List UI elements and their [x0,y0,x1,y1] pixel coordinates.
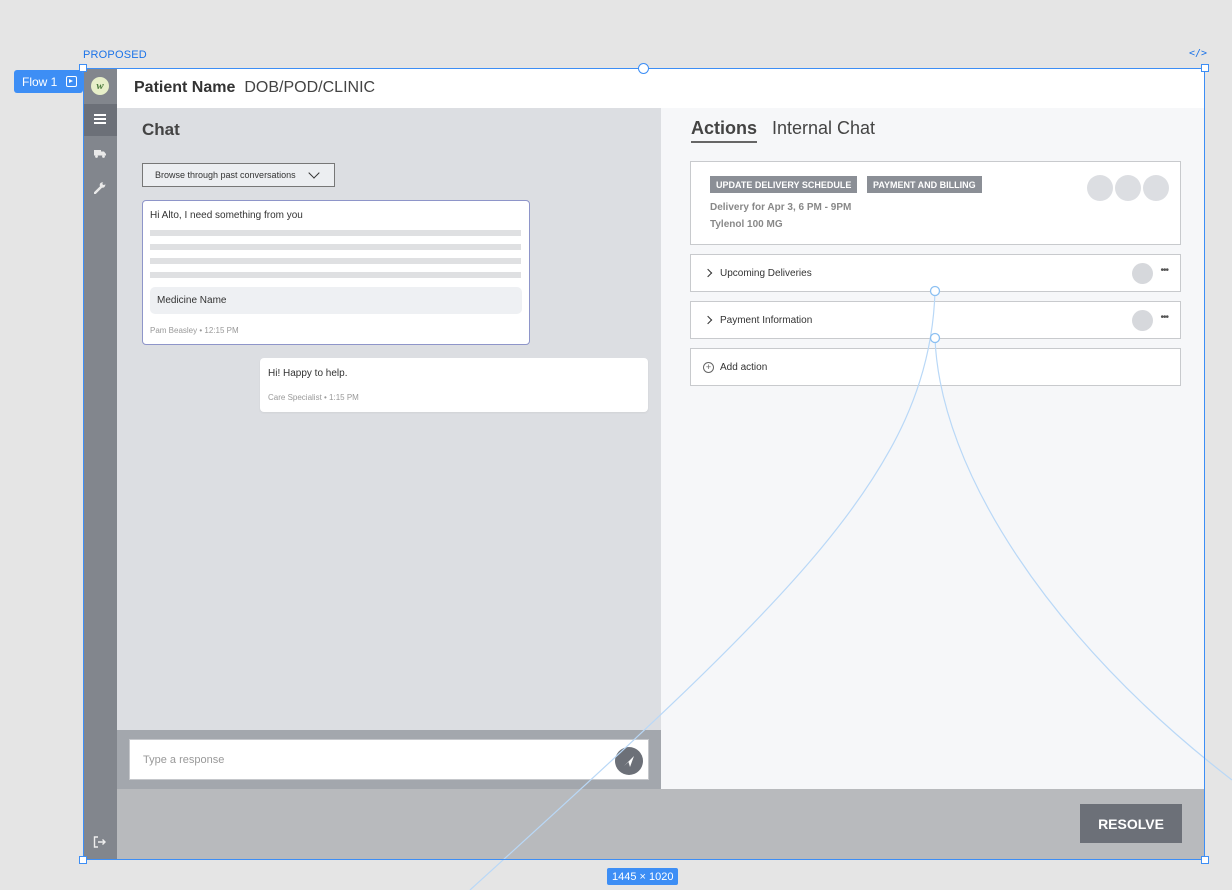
delivery-window: Delivery for Apr 3, 6 PM - 9PM [710,202,852,213]
medication: Tylenol 100 MG [710,219,783,230]
size-badge: 1445 × 1020 [607,868,679,885]
tab-internal-chat[interactable]: Internal Chat [772,118,875,139]
add-action-button[interactable]: + Add action [690,348,1181,386]
patient-name: Patient Name [134,79,236,96]
footer-bar: RESOLVE [117,789,1205,860]
browse-conversations-dropdown[interactable]: Browse through past conversations [142,163,335,187]
avatar [1132,310,1153,331]
patient-meta: DOB/POD/CLINIC [244,79,376,96]
chevron-right-icon [703,315,713,325]
actions-panel: Actions Internal Chat UPDATE DELIVERY SC… [661,108,1205,789]
play-icon[interactable] [66,76,78,87]
payment-information-label: Payment Information [720,314,813,326]
response-input[interactable]: Type a response [129,739,649,780]
sidebar: w [83,68,117,860]
incoming-message-meta: Pam Beasley • 12:15 PM [150,326,239,335]
rotate-handle[interactable] [638,63,649,74]
placeholder-line [150,230,521,236]
outgoing-message-meta: Care Specialist • 1:15 PM [268,393,359,402]
placeholder-line [150,258,521,264]
add-action-label: Add action [720,361,768,373]
incoming-message-text: Hi Alto, I need something from you [150,210,303,221]
medicine-name[interactable]: Medicine Name [150,287,522,314]
avatar [1143,175,1169,201]
resize-handle[interactable] [1201,64,1209,72]
outgoing-message-text: Hi! Happy to help. [268,368,348,379]
wrench-icon[interactable] [94,181,106,194]
tag-payment-billing: PAYMENT AND BILLING [867,176,982,193]
send-button[interactable] [615,747,643,775]
logo-icon[interactable]: w [91,77,109,95]
more-icon[interactable]: ••• [1160,312,1168,323]
tab-actions[interactable]: Actions [691,118,758,143]
upcoming-deliveries-label: Upcoming Deliveries [720,267,812,279]
placeholder-line [150,272,521,278]
composer-bar: Type a response [117,730,661,789]
send-icon [624,756,634,767]
chat-title: Chat [142,120,180,139]
resize-handle[interactable] [79,64,87,72]
code-icon[interactable]: </> [1189,48,1207,59]
app-frame: w Patient Name DOB/POD/CLINIC Chat Brows… [83,68,1205,860]
response-placeholder: Type a response [143,753,225,766]
resolve-button[interactable]: RESOLVE [1080,804,1182,843]
action-card[interactable]: UPDATE DELIVERY SCHEDULE PAYMENT AND BIL… [690,161,1181,245]
browse-label: Browse through past conversations [155,170,296,180]
placeholder-line [150,244,521,250]
truck-icon[interactable] [94,150,106,158]
resize-handle[interactable] [1201,856,1209,864]
more-icon[interactable]: ••• [1160,265,1168,276]
avatar [1132,263,1153,284]
list-icon[interactable] [94,114,106,124]
avatar [1115,175,1141,201]
outgoing-message: Hi! Happy to help. Care Specialist • 1:1… [260,358,648,412]
chevron-down-icon [307,167,320,179]
upcoming-deliveries-row[interactable]: Upcoming Deliveries ••• [690,254,1181,292]
chevron-right-icon [703,268,713,278]
flow-badge[interactable]: Flow 1 [14,70,83,93]
avatar [1087,175,1113,201]
chat-panel: Chat Browse through past conversations H… [117,108,661,789]
plus-circle-icon: + [703,361,714,373]
incoming-message: Hi Alto, I need something from you Medic… [142,200,530,345]
payment-information-row[interactable]: Payment Information ••• [690,301,1181,339]
flow-label: Flow 1 [22,74,58,89]
logout-icon[interactable] [93,836,107,848]
frame-label: PROPOSED [83,49,147,61]
tag-update-delivery: UPDATE DELIVERY SCHEDULE [710,176,858,193]
patient-header: Patient Name DOB/POD/CLINIC [117,68,1205,108]
resize-handle[interactable] [79,856,87,864]
